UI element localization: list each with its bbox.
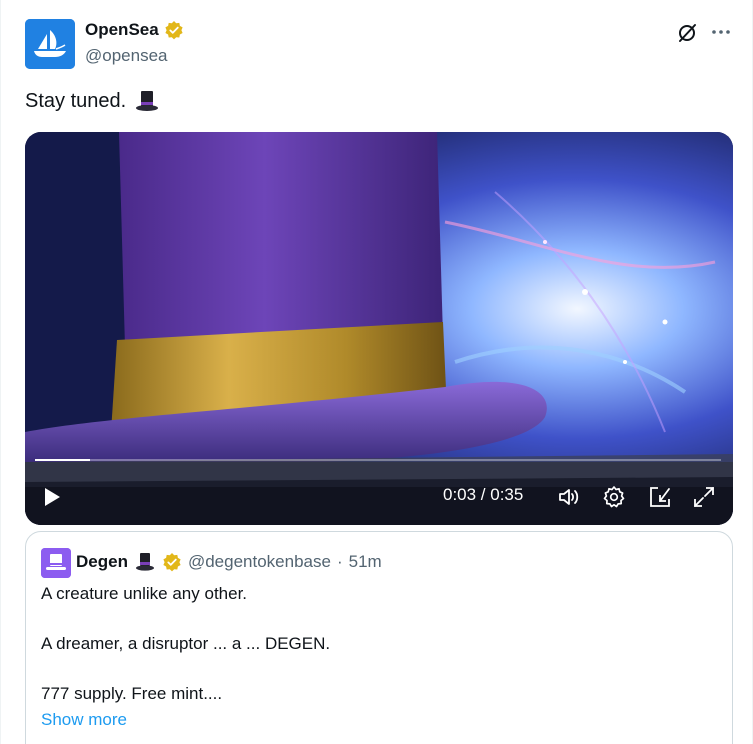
quoted-tweet[interactable]: Degen @degentokenbase · 51m A creature u… <box>25 531 733 744</box>
quoted-handle: @degentokenbase <box>187 552 331 571</box>
quoted-separator: · <box>336 552 343 571</box>
verified-badge-icon[interactable] <box>164 20 184 40</box>
author-avatar[interactable] <box>25 19 75 69</box>
video-controls: 0:03 / 0:35 <box>25 475 733 519</box>
degen-hat-logo-icon <box>41 548 71 578</box>
verified-badge-icon <box>162 552 182 572</box>
author-name-row: OpenSea <box>85 20 184 40</box>
fullscreen-icon[interactable] <box>692 485 716 509</box>
more-options-icon[interactable] <box>709 20 733 44</box>
author-handle[interactable]: @opensea <box>85 46 168 66</box>
grok-icon[interactable] <box>676 22 698 44</box>
top-hat-emoji-icon <box>134 551 156 573</box>
video-progress-bar[interactable] <box>35 459 721 461</box>
author-display-name[interactable]: OpenSea <box>85 20 159 40</box>
quoted-timestamp: 51m <box>348 552 382 571</box>
show-more-link[interactable]: Show more <box>41 710 127 730</box>
picture-in-picture-icon[interactable] <box>648 485 672 509</box>
quoted-text-line: A creature unlike any other. <box>41 584 248 603</box>
quoted-display-name: Degen <box>76 552 128 571</box>
play-icon[interactable] <box>39 485 63 509</box>
volume-icon[interactable] <box>557 485 581 509</box>
tweet-text-content: Stay tuned. <box>25 89 127 112</box>
quoted-text-line: 777 supply. Free mint.... <box>41 684 223 703</box>
quoted-author-row: Degen @degentokenbase · 51m <box>76 551 382 573</box>
quoted-author-avatar <box>41 548 71 578</box>
video-player[interactable]: 0:03 / 0:35 <box>25 132 733 525</box>
video-frame-top-hat <box>25 132 733 525</box>
quoted-text-line: A dreamer, a disruptor ... a ... DEGEN. <box>41 634 331 653</box>
video-time-display: 0:03 / 0:35 <box>443 485 524 504</box>
gear-icon[interactable] <box>602 485 626 509</box>
top-hat-emoji-icon <box>134 88 160 114</box>
opensea-logo-icon <box>25 19 75 69</box>
tweet-text: Stay tuned. <box>25 88 160 114</box>
tweet-article: OpenSea @opensea Stay tuned. 0:03 / 0:35… <box>0 0 753 744</box>
video-progress-fill <box>35 459 90 461</box>
